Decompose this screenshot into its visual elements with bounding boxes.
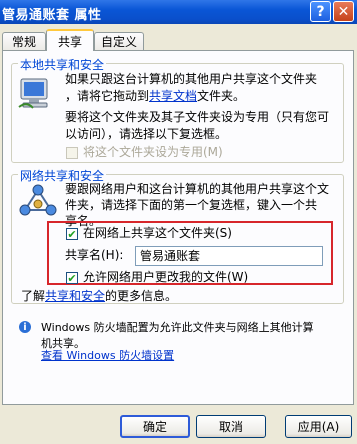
firewall-desc-line1: Windows 防火墙配置为允许此文件夹与网络上其他计算 [41, 321, 314, 334]
share-name-input[interactable]: 管易通账套 [135, 246, 323, 266]
tab-custom[interactable]: 自定义 [94, 32, 144, 50]
share-on-network-checkbox[interactable]: ✔ [66, 228, 78, 240]
learn-more-suffix: 的更多信息。 [105, 289, 178, 303]
ok-button[interactable]: 确定 [120, 415, 190, 438]
local-desc-line1: 如果只跟这台计算机的其他用户共享这个文件夹 [65, 72, 318, 86]
allow-change-label: 允许网络用户更改我的文件(W) [83, 270, 249, 284]
share-name-label: 共享名(H): [65, 248, 124, 262]
window-title: 管易通账套 属性 [2, 8, 102, 23]
private-checkbox[interactable] [66, 147, 78, 159]
tab-sharing[interactable]: 共享 [46, 29, 94, 51]
tab-strip: 常规 共享 自定义 [0, 29, 357, 51]
private-desc-line1: 要将这个文件夹及其子文件夹设为专用（只有您可 [65, 110, 330, 124]
help-icon: ? [316, 3, 325, 20]
title-bar: 管易通账套 属性 ? ✕ [0, 0, 357, 24]
local-desc-text: 文件夹。 [197, 89, 246, 103]
info-icon: i [19, 321, 31, 333]
private-label: 将这个文件夹设为专用(M) [83, 145, 223, 159]
computer-share-icon [18, 78, 48, 109]
tab-label: 自定义 [100, 35, 137, 49]
private-desc-line2: 以访问），请选择以下复选框。 [65, 127, 228, 141]
tab-general[interactable]: 常规 [2, 32, 46, 50]
sharing-security-link[interactable]: 共享和安全 [45, 289, 105, 303]
close-button[interactable]: ✕ [333, 1, 354, 22]
apply-button[interactable]: 应用(A) [285, 415, 352, 438]
help-button[interactable]: ? [310, 1, 331, 22]
network-desc-line1: 要跟网络用户和这台计算机的其他用户共享这个文 [65, 182, 330, 196]
learn-more-text: 了解共享和安全的更多信息。 [21, 288, 177, 305]
shared-documents-link[interactable]: 共享文档 [149, 89, 197, 103]
network-share-icon [19, 184, 57, 216]
local-desc-line2: ，请将它拖动到共享文档文件夹。 [65, 88, 245, 105]
close-icon: ✕ [337, 3, 350, 20]
share-on-network-label: 在网络上共享这个文件夹(S) [83, 226, 232, 240]
allow-change-checkbox[interactable]: ✔ [66, 272, 78, 284]
sharing-panel: 本地共享和安全 如果只跟这台计算机的其他用户共享这个文件夹 ，请将它拖动到共享文… [2, 50, 354, 405]
tab-label: 共享 [57, 34, 82, 49]
cancel-button[interactable]: 取消 [196, 415, 266, 438]
firewall-settings-link[interactable]: 查看 Windows 防火墙设置 [41, 347, 174, 364]
local-desc-text: ，请将它拖动到 [65, 89, 150, 103]
network-desc-line2: 件夹，请选择下面的第一个复选框，键入一个共 [65, 198, 318, 212]
tab-label: 常规 [11, 35, 36, 49]
learn-more-prefix: 了解 [21, 289, 46, 303]
